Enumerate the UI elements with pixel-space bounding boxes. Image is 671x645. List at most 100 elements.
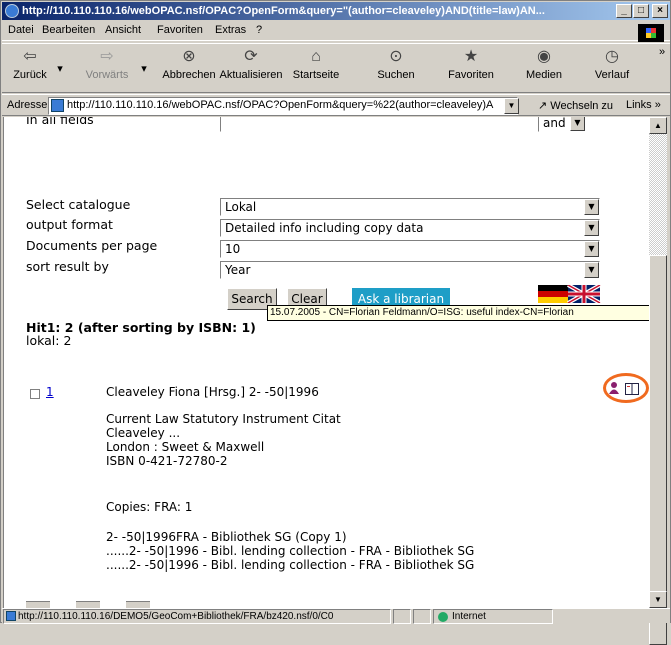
- media-button[interactable]: ◉ Medien: [520, 47, 568, 81]
- status-zone-pane: Internet: [433, 609, 553, 624]
- history-button[interactable]: ◷ Verlauf: [588, 47, 636, 81]
- home-button[interactable]: ⌂ Startseite: [287, 47, 345, 81]
- page-icon: [51, 99, 64, 112]
- maximize-button[interactable]: □: [633, 4, 649, 18]
- copy-line: 2- -50|1996FRA - Bibliothek SG (Copy 1): [106, 530, 347, 544]
- back-arrow-icon: ⇦: [23, 48, 37, 65]
- refresh-icon: ⟳: [244, 48, 258, 65]
- forward-arrow-icon: ⇨: [100, 48, 114, 65]
- browser-window: http://110.110.110.16/webOPAC.nsf/OPAC?O…: [0, 0, 671, 645]
- status-zone: Internet: [452, 611, 486, 622]
- result-author: Cleaveley ...: [106, 426, 181, 440]
- result-publisher: London : Sweet & Maxwell: [106, 440, 265, 454]
- output-format-value: Detailed info including copy data: [225, 221, 424, 235]
- docs-per-page-value: 10: [225, 242, 241, 256]
- menu-extras[interactable]: Extras: [215, 24, 246, 36]
- favorites-label: Favoriten: [448, 69, 494, 81]
- address-label: Adresse: [7, 99, 48, 111]
- copy-line: ......2- -50|1996 - Bibl. lending collec…: [106, 558, 475, 572]
- media-label: Medien: [525, 69, 563, 81]
- lokal-count: lokal: 2: [26, 333, 72, 348]
- links-label: Links: [626, 99, 652, 111]
- cutoff-operator-select[interactable]: and ▼: [538, 117, 586, 132]
- back-dropdown[interactable]: ▾: [55, 62, 65, 75]
- menu-favoriten[interactable]: Favoriten: [157, 24, 203, 36]
- forward-label: Vorwärts: [85, 69, 129, 81]
- output-format-select[interactable]: Detailed info including copy data ▼: [220, 219, 600, 237]
- address-bar: Adresse http://110.110.110.16/webOPAC.ns…: [2, 94, 670, 116]
- toolbar-chevron-icon[interactable]: »: [656, 46, 668, 58]
- cutoff-text-input[interactable]: [220, 117, 530, 132]
- cutoff-operator-value: and: [543, 117, 566, 130]
- back-button[interactable]: ⇦ Zurück: [10, 47, 50, 81]
- address-dropdown[interactable]: ▼: [504, 98, 519, 114]
- scroll-down-button[interactable]: ▼: [649, 591, 667, 608]
- tooltip: 15.07.2005 - CN=Florian Feldmann/O=ISG: …: [267, 305, 652, 321]
- menu-datei[interactable]: Datei: [8, 24, 34, 36]
- docs-per-page-select[interactable]: 10 ▼: [220, 240, 600, 258]
- bottom-button-stub[interactable]: [126, 601, 150, 608]
- catalogue-label: Select catalogue: [26, 197, 131, 212]
- docs-per-page-dropdown-icon: ▼: [584, 241, 599, 257]
- page-content: In all fields and ▼ Select catalogue Lok…: [3, 117, 649, 608]
- scroll-thumb[interactable]: [649, 255, 667, 645]
- title-bar: http://110.110.110.16/webOPAC.nsf/OPAC?O…: [2, 2, 670, 20]
- result-copies: Copies: FRA: 1: [106, 500, 193, 514]
- search-button-toolbar[interactable]: ⊙ Suchen: [372, 47, 420, 81]
- stop-label: Abbrechen: [162, 69, 216, 81]
- result-checkbox[interactable]: [30, 389, 40, 399]
- forward-button[interactable]: ⇨ Vorwärts: [84, 47, 130, 81]
- docs-per-page-label: Documents per page: [26, 238, 158, 253]
- catalogue-select[interactable]: Lokal ▼: [220, 198, 600, 216]
- forward-dropdown[interactable]: ▾: [139, 62, 149, 75]
- address-url: http://110.110.110.16/webOPAC.nsf/OPAC?O…: [67, 99, 494, 111]
- ie-icon: [5, 4, 19, 18]
- windows-logo-icon: [638, 24, 664, 42]
- menu-help[interactable]: ?: [256, 24, 262, 36]
- stop-icon: ⊗: [182, 48, 196, 65]
- catalogue-dropdown-icon: ▼: [584, 199, 599, 215]
- refresh-button[interactable]: ⟳ Aktualisieren: [218, 47, 284, 81]
- links-button[interactable]: Links »: [626, 99, 661, 111]
- status-pane-empty: [413, 609, 431, 624]
- menu-bearbeiten[interactable]: Bearbeiten: [42, 24, 95, 36]
- go-button[interactable]: ↗ Wechseln zu: [538, 99, 613, 112]
- status-pane-empty: [393, 609, 411, 624]
- refresh-label: Aktualisieren: [219, 69, 283, 81]
- scroll-up-button[interactable]: ▲: [649, 117, 667, 134]
- page-status-icon: [6, 611, 16, 621]
- history-icon: ◷: [605, 48, 619, 65]
- status-url-pane: http://110.110.110.16/DEMO5/GeoCom+Bibli…: [3, 609, 391, 624]
- result-number-link[interactable]: 1: [46, 385, 54, 399]
- output-format-label: output format: [26, 217, 113, 232]
- sort-label: sort result by: [26, 259, 109, 274]
- sort-value: Year: [225, 263, 251, 277]
- globe-icon: [438, 612, 448, 622]
- language-flags-icon[interactable]: [538, 285, 602, 303]
- search-label: Suchen: [377, 69, 415, 81]
- output-format-dropdown-icon: ▼: [584, 220, 599, 236]
- vertical-scrollbar[interactable]: ▲ ▼: [649, 117, 667, 645]
- highlight-ring: [603, 373, 649, 403]
- cutoff-operator-dropdown-icon: ▼: [570, 117, 585, 131]
- result-heading: Cleaveley Fiona [Hrsg.] 2- -50|1996: [106, 385, 319, 399]
- media-icon: ◉: [537, 48, 551, 65]
- stop-button[interactable]: ⊗ Abbrechen: [160, 47, 218, 81]
- result-title: Current Law Statutory Instrument Citat: [106, 412, 341, 426]
- go-arrow-icon: ↗: [538, 100, 548, 112]
- history-label: Verlauf: [594, 69, 630, 81]
- favorites-button[interactable]: ★ Favoriten: [442, 47, 500, 81]
- bottom-button-stub[interactable]: [76, 601, 100, 608]
- menu-ansicht[interactable]: Ansicht: [105, 24, 141, 36]
- status-url: http://110.110.110.16/DEMO5/GeoCom+Bibli…: [18, 611, 334, 622]
- bottom-button-stub[interactable]: [26, 601, 50, 608]
- minimize-button[interactable]: _: [616, 4, 632, 18]
- close-button[interactable]: ×: [652, 4, 668, 18]
- search-icon: ⊙: [389, 48, 403, 65]
- result-isbn: ISBN 0-421-72780-2: [106, 454, 228, 468]
- sort-dropdown-icon: ▼: [584, 262, 599, 278]
- sort-select[interactable]: Year ▼: [220, 261, 600, 279]
- copy-line: ......2- -50|1996 - Bibl. lending collec…: [106, 544, 475, 558]
- cutoff-field-label: In all fields: [26, 117, 94, 127]
- address-input[interactable]: http://110.110.110.16/webOPAC.nsf/OPAC?O…: [48, 97, 518, 115]
